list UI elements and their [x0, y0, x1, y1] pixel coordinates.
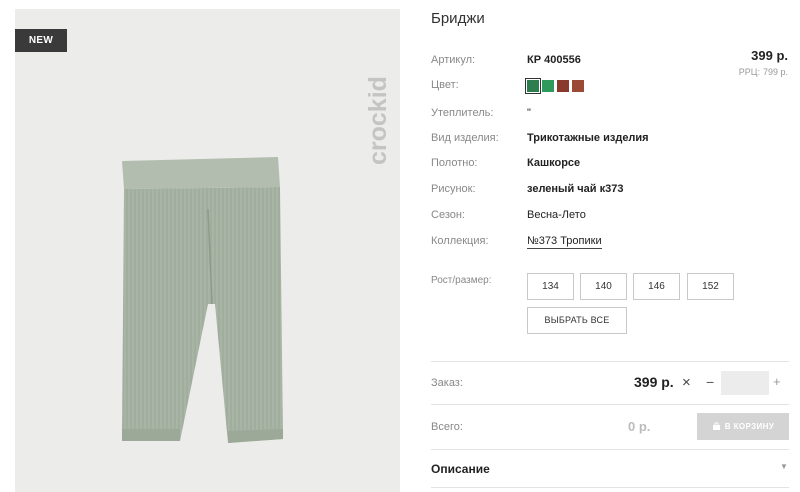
attr-season-label: Сезон: — [431, 209, 465, 221]
divider — [431, 361, 789, 362]
size-option-146[interactable]: 146 — [633, 273, 680, 300]
rrp-value: 799 р. — [762, 67, 788, 77]
attr-article-value: КР 400556 — [527, 54, 581, 66]
color-swatch[interactable] — [542, 80, 554, 92]
size-option-134[interactable]: 134 — [527, 273, 574, 300]
attr-article-label: Артикул: — [431, 54, 476, 66]
description-toggle[interactable]: Описание — [431, 462, 490, 476]
divider — [431, 449, 789, 450]
total-label: Всего: — [431, 421, 463, 433]
multiply-icon: × — [682, 374, 691, 391]
add-to-cart-label: В КОРЗИНУ — [724, 422, 775, 431]
product-photo[interactable]: NEW crockid — [15, 9, 400, 492]
attr-type-value: Трикотажные изделия — [527, 132, 649, 144]
divider — [431, 404, 789, 405]
divider — [431, 487, 789, 488]
attr-type-label: Вид изделия: — [431, 132, 499, 144]
size-label: Рост/размер: — [431, 275, 492, 286]
attr-pattern-value: зеленый чай к373 — [527, 183, 624, 195]
qty-decrease-button[interactable]: − — [706, 374, 714, 390]
attr-insulation-label: Утеплитель: — [431, 107, 494, 119]
attr-insulation-value: " — [527, 107, 531, 119]
brand-logo: crockid — [364, 76, 392, 165]
add-to-cart-button[interactable]: В КОРЗИНУ — [697, 413, 789, 440]
select-all-button[interactable]: ВЫБРАТЬ ВСЕ — [527, 307, 627, 334]
attr-color-label: Цвет: — [431, 79, 459, 91]
color-swatches — [525, 78, 584, 94]
pants-image — [122, 157, 283, 443]
attr-collection-label: Коллекция: — [431, 235, 489, 247]
rrp-price: РРЦ: 799 р. — [739, 67, 788, 77]
color-swatch[interactable] — [525, 78, 541, 94]
qty-increase-button[interactable]: + — [773, 374, 781, 389]
chevron-down-icon[interactable]: ▼ — [780, 462, 788, 471]
order-label: Заказ: — [431, 377, 463, 389]
new-badge: NEW — [15, 29, 67, 52]
size-option-152[interactable]: 152 — [687, 273, 734, 300]
size-option-140[interactable]: 140 — [580, 273, 627, 300]
attr-pattern-label: Рисунок: — [431, 183, 476, 195]
total-value: 0 р. — [628, 419, 651, 434]
attr-season-value: Весна-Лето — [527, 209, 586, 221]
quantity-input[interactable] — [721, 371, 769, 395]
brand-logo-text: crockid — [364, 76, 392, 165]
collection-link[interactable]: №373 Тропики — [527, 235, 602, 249]
color-swatch[interactable] — [572, 80, 584, 92]
attr-fabric-value: Кашкорсе — [527, 157, 581, 169]
cart-icon — [712, 422, 720, 431]
product-title: Бриджи — [431, 10, 485, 27]
color-swatch[interactable] — [557, 80, 569, 92]
order-price: 399 р. — [634, 374, 674, 390]
product-price: 399 р. — [751, 48, 788, 63]
attr-fabric-label: Полотно: — [431, 157, 478, 169]
rrp-label: РРЦ: — [738, 67, 760, 77]
